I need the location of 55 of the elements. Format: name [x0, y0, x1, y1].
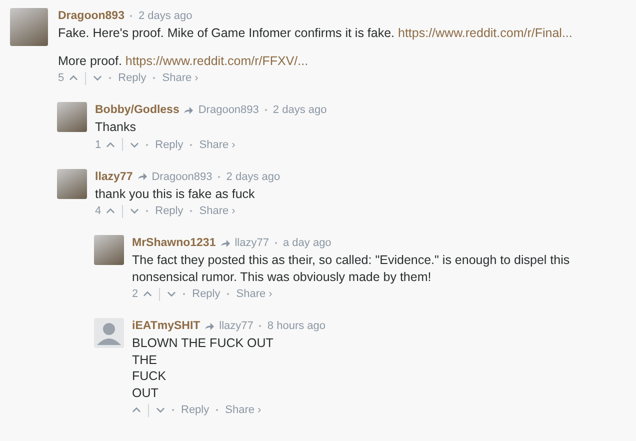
upvote-icon[interactable] [106, 142, 116, 148]
comment-author[interactable]: MrShawno1231 [132, 237, 216, 249]
vote-count: 5 [58, 72, 64, 84]
comment-text: The fact they posted this as their, so called: "Evidence." is enough to dispel this nonsensical rumor. This was obviously made by them! [132, 252, 571, 285]
share-link[interactable]: Share › [236, 288, 272, 300]
comment-link[interactable]: https://www.reddit.com/r/Final... [398, 26, 572, 40]
comment-time[interactable]: 2 days ago [272, 104, 327, 116]
reply-arrow-icon [136, 172, 148, 181]
upvote-icon[interactable] [143, 291, 152, 297]
downvote-icon[interactable] [156, 407, 165, 413]
comment-text: Thanks [95, 119, 137, 136]
reply-link[interactable]: Reply [155, 138, 184, 150]
comment-author[interactable]: llazy77 [95, 170, 133, 182]
reply-arrow-icon [183, 106, 194, 114]
share-link[interactable]: Share › [199, 205, 236, 217]
comment-text: BLOWN THE FUCK OUT THE FUCK OUT [132, 335, 274, 401]
share-link[interactable]: Share › [199, 138, 236, 150]
comment-text: More proof. https://www.reddit.com/r/FFXV/... [58, 52, 310, 69]
vote-count: 1 [95, 138, 102, 150]
avatar-silhouette-icon [94, 318, 124, 348]
reply-link[interactable]: Reply [118, 72, 146, 84]
avatar-image-placeholder [10, 8, 48, 46]
reply-link[interactable]: Reply [155, 205, 184, 217]
comment-author[interactable]: iEATmySHIT [132, 320, 200, 332]
reply-arrow-icon [220, 238, 231, 248]
comment-author[interactable]: Bobby/Godless [95, 104, 180, 116]
downvote-icon[interactable] [167, 291, 176, 297]
downvote-icon[interactable] [130, 142, 140, 148]
comment-link[interactable]: https://www.reddit.com/r/FFXV/... [125, 54, 308, 68]
comment-author[interactable]: Dragoon893 [58, 10, 124, 22]
reply-to-user[interactable]: llazy77 [219, 320, 254, 332]
upvote-icon[interactable] [69, 75, 78, 81]
comment-time[interactable]: 2 days ago [138, 10, 192, 22]
reply-arrow-icon [204, 322, 216, 330]
downvote-icon[interactable] [130, 208, 140, 214]
comment-time[interactable]: a day ago [282, 237, 332, 249]
reply-to-user[interactable]: Dragoon893 [152, 170, 212, 182]
downvote-icon[interactable] [93, 75, 102, 81]
comment-time[interactable]: 2 days ago [226, 170, 280, 182]
reply-link[interactable]: Reply [192, 288, 220, 300]
reply-to-user[interactable]: llazy77 [234, 237, 269, 249]
comment-text: thank you this is fake as fuck [95, 186, 256, 202]
comment-time[interactable]: 8 hours ago [267, 320, 326, 332]
avatar-image-placeholder [57, 102, 87, 132]
avatar-image-placeholder [57, 168, 87, 198]
vote-count: 4 [95, 205, 102, 217]
upvote-icon[interactable] [106, 208, 116, 214]
reply-to-user[interactable]: Dragoon893 [198, 104, 259, 116]
vote-count: 2 [132, 288, 138, 300]
share-link[interactable]: Share › [225, 404, 262, 416]
share-link[interactable]: Share › [162, 72, 198, 84]
avatar-image-placeholder [94, 235, 124, 265]
reply-link[interactable]: Reply [181, 404, 210, 416]
comment-text: Fake. Here's proof. Mike of Game Infomer confirms it is fake. https://www.reddit.com/r/Final... [58, 25, 574, 42]
upvote-icon[interactable] [132, 407, 141, 413]
